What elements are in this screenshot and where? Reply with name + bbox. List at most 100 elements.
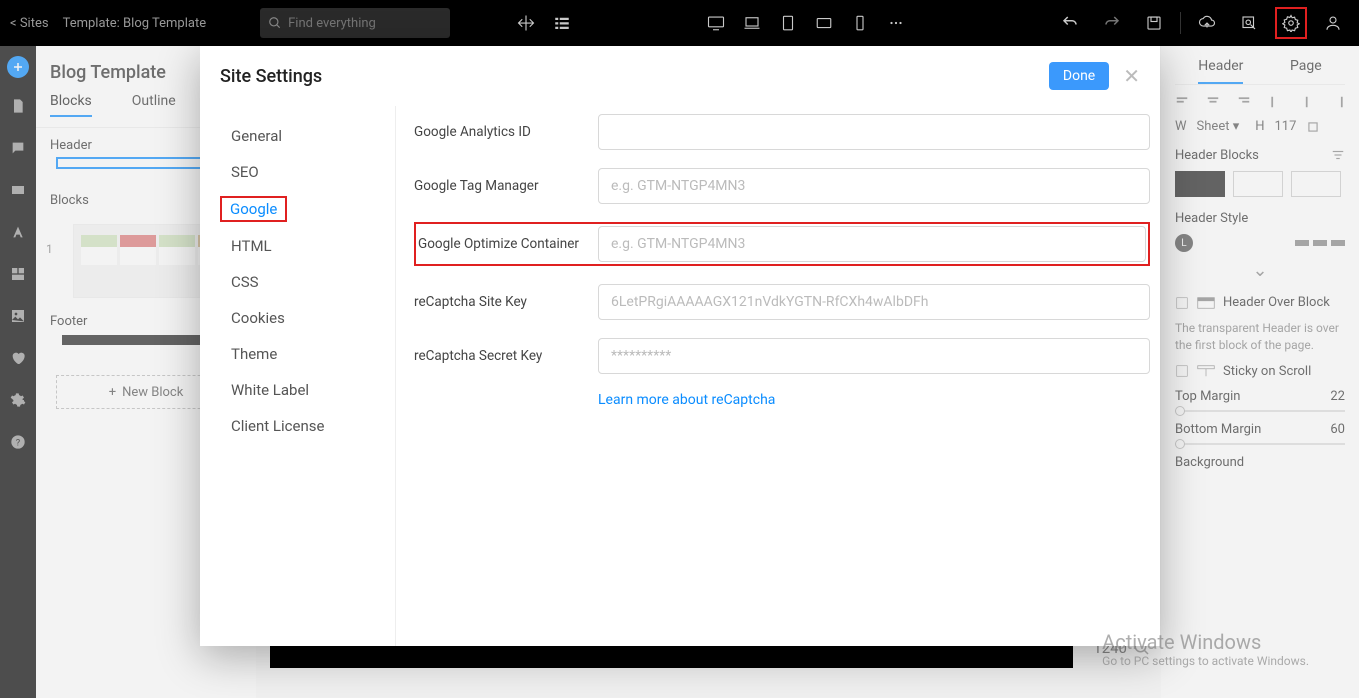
- done-button[interactable]: Done: [1049, 62, 1109, 90]
- nav-google[interactable]: Google: [220, 196, 287, 222]
- tab-page[interactable]: Page: [1290, 58, 1322, 84]
- mobile-viewport-icon[interactable]: [844, 7, 876, 39]
- ga-id-label: Google Analytics ID: [414, 124, 598, 140]
- layout-icon[interactable]: [4, 260, 32, 288]
- list-view-icon[interactable]: [546, 7, 578, 39]
- width-label: W: [1175, 119, 1187, 134]
- undo-icon[interactable]: [1054, 7, 1086, 39]
- add-icon[interactable]: [7, 56, 29, 78]
- recaptcha-site-input[interactable]: [598, 284, 1150, 320]
- svg-text:?: ?: [16, 437, 21, 448]
- width-mode[interactable]: Sheet ▾: [1197, 119, 1240, 134]
- align-icon[interactable]: [1331, 95, 1345, 109]
- bottom-margin-value[interactable]: 60: [1330, 422, 1345, 437]
- nav-theme[interactable]: Theme: [200, 336, 395, 372]
- laptop-viewport-icon[interactable]: [736, 7, 768, 39]
- desktop-viewport-icon[interactable]: [700, 7, 732, 39]
- nav-general[interactable]: General: [200, 118, 395, 154]
- header-block-option[interactable]: [1291, 171, 1341, 197]
- move-tool-icon[interactable]: [510, 7, 542, 39]
- header-over-block-label: Header Over Block: [1223, 295, 1330, 310]
- settings-nav: General SEO Google HTML CSS Cookies Them…: [200, 106, 395, 646]
- search-input[interactable]: [288, 16, 438, 31]
- recaptcha-secret-label: reCaptcha Secret Key: [414, 348, 598, 364]
- heart-icon[interactable]: [4, 344, 32, 372]
- search-box[interactable]: [260, 8, 450, 38]
- header-blocks-title: Header Blocks: [1175, 148, 1259, 163]
- checkbox-icon[interactable]: [1175, 364, 1189, 378]
- learn-more-link[interactable]: Learn more about reCaptcha: [598, 392, 1150, 408]
- publish-icon[interactable]: [1191, 7, 1223, 39]
- optimize-input[interactable]: [598, 226, 1146, 262]
- top-margin-value[interactable]: 22: [1330, 389, 1345, 404]
- align-icon[interactable]: [1206, 95, 1220, 109]
- sticky-label: Sticky on Scroll: [1223, 364, 1311, 379]
- header-section-label: Header: [50, 138, 92, 153]
- card-icon[interactable]: [4, 176, 32, 204]
- gtm-label: Google Tag Manager: [414, 178, 598, 194]
- right-panel: Header Page W Sheet ▾ H 117 Header Block…: [1161, 46, 1359, 698]
- checkbox-icon[interactable]: [1175, 296, 1189, 310]
- nav-cookies[interactable]: Cookies: [200, 300, 395, 336]
- header-over-icon: [1197, 297, 1215, 309]
- plus-icon: +: [109, 385, 116, 400]
- top-margin-label: Top Margin: [1175, 389, 1240, 404]
- recaptcha-site-label: reCaptcha Site Key: [414, 294, 598, 310]
- block-number: 1: [36, 218, 59, 256]
- preview-icon[interactable]: [1233, 7, 1265, 39]
- recaptcha-secret-input[interactable]: [598, 338, 1150, 374]
- gtm-input[interactable]: [598, 168, 1150, 204]
- top-bar: < Sites Template: Blog Template: [0, 0, 1359, 46]
- align-icon[interactable]: [1269, 95, 1283, 109]
- ga-id-input[interactable]: [598, 114, 1150, 150]
- header-style-title: Header Style: [1175, 211, 1248, 226]
- text-icon[interactable]: [4, 218, 32, 246]
- user-icon[interactable]: [1317, 7, 1349, 39]
- page-icon[interactable]: [4, 92, 32, 120]
- help-icon[interactable]: ?: [4, 428, 32, 456]
- nav-html[interactable]: HTML: [200, 228, 395, 264]
- tab-blocks[interactable]: Blocks: [50, 93, 92, 117]
- tablet-viewport-icon[interactable]: [772, 7, 804, 39]
- header-block-option[interactable]: [1233, 171, 1283, 197]
- nav-white-label[interactable]: White Label: [200, 372, 395, 408]
- style-swatch[interactable]: [1331, 240, 1345, 246]
- tab-outline[interactable]: Outline: [132, 93, 176, 117]
- nav-seo[interactable]: SEO: [200, 154, 395, 190]
- site-settings-modal: Site Settings Done ✕ General SEO Google …: [200, 46, 1160, 646]
- settings-icon[interactable]: [1275, 7, 1307, 39]
- gear-icon[interactable]: [4, 386, 32, 414]
- height-value[interactable]: 117: [1275, 119, 1297, 134]
- image-icon[interactable]: [4, 302, 32, 330]
- nav-client-license[interactable]: Client License: [200, 408, 395, 444]
- modal-title: Site Settings: [220, 66, 322, 87]
- style-badge[interactable]: L: [1175, 234, 1193, 252]
- redo-icon[interactable]: [1096, 7, 1128, 39]
- align-icon[interactable]: [1300, 95, 1314, 109]
- header-block-option[interactable]: [1175, 171, 1225, 197]
- comment-icon[interactable]: [4, 134, 32, 162]
- blocks-section-label: Blocks: [50, 193, 89, 208]
- search-icon: [268, 16, 282, 30]
- tab-header[interactable]: Header: [1198, 58, 1243, 84]
- align-icon[interactable]: [1237, 95, 1251, 109]
- save-icon[interactable]: [1138, 7, 1170, 39]
- style-swatch[interactable]: [1295, 240, 1309, 246]
- bottom-margin-slider[interactable]: [1175, 443, 1345, 445]
- chevron-down-icon[interactable]: ⌄: [1175, 260, 1345, 281]
- more-viewports-icon[interactable]: [880, 7, 912, 39]
- nav-css[interactable]: CSS: [200, 264, 395, 300]
- footer-section-label: Footer: [50, 314, 87, 329]
- template-name: Template: Blog Template: [63, 16, 207, 31]
- align-icon[interactable]: [1175, 95, 1189, 109]
- constrain-icon[interactable]: [1306, 120, 1320, 134]
- style-swatch[interactable]: [1313, 240, 1327, 246]
- sticky-icon: [1197, 365, 1215, 377]
- tablet-landscape-viewport-icon[interactable]: [808, 7, 840, 39]
- close-icon[interactable]: ✕: [1123, 64, 1140, 88]
- background-label: Background: [1175, 455, 1244, 470]
- top-margin-slider[interactable]: [1175, 410, 1345, 412]
- sites-link[interactable]: < Sites: [10, 16, 49, 31]
- filter-icon[interactable]: [1331, 148, 1345, 162]
- optimize-row: Google Optimize Container: [414, 222, 1150, 266]
